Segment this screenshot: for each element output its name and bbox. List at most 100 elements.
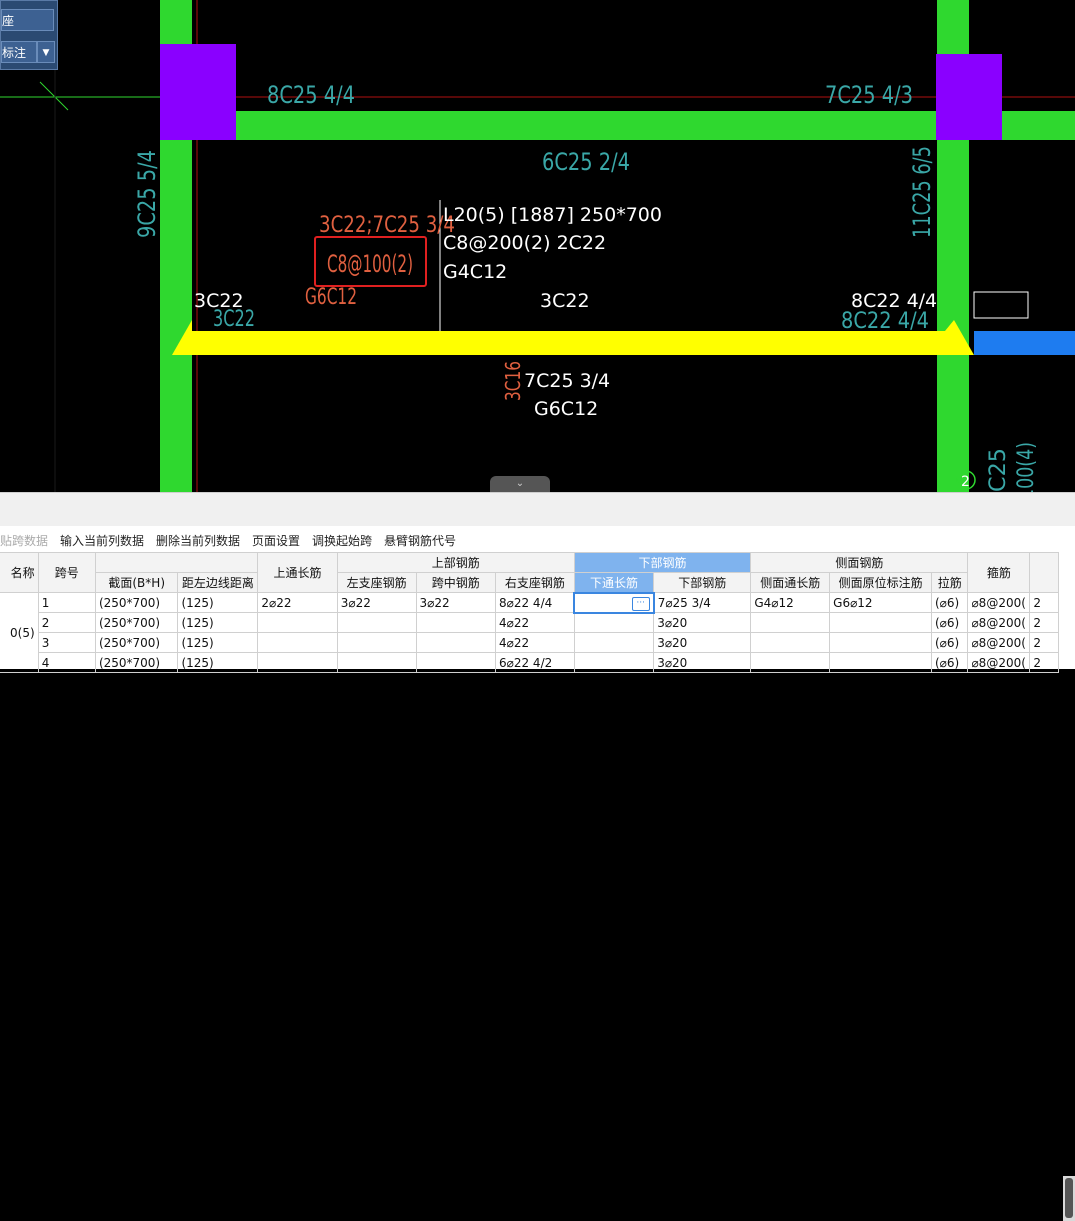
cell-dist[interactable]: (125) bbox=[177, 612, 259, 633]
cell-side-through[interactable] bbox=[750, 632, 831, 653]
table-row[interactable]: 2 (250*700) (125) 4⌀22 3⌀20 (⌀6) ⌀8@200(… bbox=[0, 612, 1059, 633]
cell-top-through[interactable] bbox=[257, 652, 338, 673]
cell-extra[interactable]: 2 bbox=[1029, 612, 1059, 633]
cantilever-code-button[interactable]: 悬臂钢筋代号 bbox=[384, 532, 456, 549]
table-row[interactable]: 4 (250*700) (125) 6⌀22 4/2 3⌀20 (⌀6) ⌀8@… bbox=[0, 652, 1059, 673]
cell-mid[interactable]: 3⌀22 bbox=[415, 592, 496, 613]
cell-mid[interactable] bbox=[415, 652, 496, 673]
label-top-right: 7C25 4/3 bbox=[825, 81, 913, 109]
cell-span[interactable]: 2 bbox=[37, 612, 96, 633]
header-bottom-through: 下通长筋 bbox=[573, 572, 655, 593]
label-mid-support: 3C22 bbox=[540, 290, 590, 312]
cell-left-support[interactable] bbox=[336, 632, 417, 653]
cell-extra[interactable]: 2 bbox=[1029, 592, 1059, 613]
cell-left-support[interactable]: 3⌀22 bbox=[336, 592, 417, 613]
beam-selected[interactable] bbox=[192, 331, 954, 355]
cell-right-support[interactable]: 4⌀22 bbox=[494, 632, 575, 653]
cell-top-through[interactable]: 2⌀22 bbox=[257, 592, 338, 613]
header-stirrup: 箍筋 bbox=[967, 552, 1031, 593]
cell-bottom-through-active[interactable]: ··· bbox=[573, 591, 655, 614]
swap-start-span-button[interactable]: 调换起始跨 bbox=[312, 532, 372, 549]
cell-stirrup[interactable]: ⌀8@200( bbox=[967, 652, 1031, 673]
cell-stirrup[interactable]: ⌀8@200( bbox=[967, 632, 1031, 653]
vertical-scrollbar[interactable] bbox=[1063, 1176, 1075, 1221]
inline-edit-box[interactable] bbox=[973, 291, 1029, 319]
cell-side-in-situ[interactable] bbox=[829, 652, 932, 673]
label-bottom-side: G6C12 bbox=[534, 398, 598, 420]
header-bottom-group: 下部钢筋 bbox=[573, 552, 752, 573]
cell-extra[interactable]: 2 bbox=[1029, 652, 1059, 673]
cell-dist[interactable]: (125) bbox=[177, 652, 259, 673]
cell-right-support[interactable]: 4⌀22 bbox=[494, 612, 575, 633]
cell-extra[interactable]: 2 bbox=[1029, 632, 1059, 653]
header-name: 名称 bbox=[0, 552, 39, 593]
page-setup-button[interactable]: 页面设置 bbox=[252, 532, 300, 549]
cell-bottom-through[interactable] bbox=[573, 612, 655, 633]
cell-bottom-through[interactable] bbox=[573, 632, 655, 653]
cell-section[interactable]: (250*700) bbox=[94, 592, 179, 613]
cell-span[interactable]: 4 bbox=[37, 652, 96, 673]
label-beam-middle: 6C25 2/4 bbox=[542, 148, 630, 176]
cell-right-support[interactable]: 8⌀22 4/4 bbox=[494, 592, 575, 613]
cell-side-through[interactable] bbox=[750, 612, 831, 633]
cell-mid[interactable] bbox=[415, 612, 496, 633]
cell-bottom[interactable]: 3⌀20 bbox=[653, 632, 752, 653]
cell-top-through[interactable] bbox=[257, 632, 338, 653]
cell-left-support[interactable] bbox=[336, 652, 417, 673]
cell-side-through[interactable] bbox=[750, 652, 831, 673]
cad-canvas[interactable]: 2 8C25 4/4 7C25 4/3 6C25 2/4 9C25 5/4 11… bbox=[0, 0, 1075, 492]
label-column-right-vertical: 11C25 6/5 bbox=[908, 146, 936, 238]
cell-side-in-situ[interactable] bbox=[829, 612, 932, 633]
cell-bottom[interactable]: 7⌀25 3/4 bbox=[653, 592, 752, 613]
label-top-left: 8C25 4/4 bbox=[267, 81, 355, 109]
cell-side-in-situ[interactable]: G6⌀12 bbox=[829, 592, 932, 613]
cell-mid[interactable] bbox=[415, 632, 496, 653]
scrollbar-thumb[interactable] bbox=[1065, 1178, 1073, 1218]
beam-next-blue[interactable] bbox=[974, 331, 1075, 355]
cell-dist[interactable]: (125) bbox=[177, 592, 259, 613]
cell-bottom[interactable]: 3⌀20 bbox=[653, 652, 752, 673]
cell-dist[interactable]: (125) bbox=[177, 632, 259, 653]
header-side-in-situ: 侧面原位标注筋 bbox=[829, 572, 932, 593]
label-red-g: G6C12 bbox=[305, 285, 357, 310]
panel-splitter[interactable] bbox=[0, 492, 1075, 527]
cell-tie[interactable]: (⌀6) bbox=[930, 632, 969, 653]
cell-stirrup[interactable]: ⌀8@200( bbox=[967, 592, 1031, 613]
cell-left-support[interactable] bbox=[336, 612, 417, 633]
cell-tie[interactable]: (⌀6) bbox=[930, 612, 969, 633]
column-head-left[interactable] bbox=[160, 44, 236, 140]
cell-side-in-situ[interactable] bbox=[829, 632, 932, 653]
cell-section[interactable]: (250*700) bbox=[94, 612, 179, 633]
cell-tie[interactable]: (⌀6) bbox=[930, 592, 969, 613]
paste-span-data-button[interactable]: 贴跨数据 bbox=[0, 532, 48, 549]
table-row[interactable]: 0(5) 1 (250*700) (125) 2⌀22 3⌀22 3⌀22 8⌀… bbox=[0, 591, 1059, 673]
panel-button-1[interactable]: 座 bbox=[1, 9, 54, 31]
header-extra bbox=[1029, 552, 1059, 593]
cell-tie[interactable]: (⌀6) bbox=[930, 652, 969, 673]
cad-viewport[interactable]: 2 8C25 4/4 7C25 4/3 6C25 2/4 9C25 5/4 11… bbox=[0, 0, 1075, 492]
delete-column-button[interactable]: 删除当前列数据 bbox=[156, 532, 240, 549]
collapse-panel-handle[interactable]: ⌄ bbox=[490, 476, 550, 492]
cell-span[interactable]: 3 bbox=[37, 632, 96, 653]
header-side-through: 侧面通长筋 bbox=[750, 572, 831, 593]
cell-span[interactable]: 1 bbox=[37, 592, 96, 613]
cell-right-support[interactable]: 6⌀22 4/2 bbox=[494, 652, 575, 673]
header-mid-span: 跨中钢筋 bbox=[415, 572, 496, 593]
cell-section[interactable]: (250*700) bbox=[94, 652, 179, 673]
chevron-down-icon[interactable]: ▼ bbox=[37, 41, 55, 63]
panel-button-annotate[interactable]: 标注 bbox=[1, 41, 37, 63]
label-bottom-bars: 7C25 3/4 bbox=[524, 370, 610, 392]
cell-stirrup[interactable]: ⌀8@200( bbox=[967, 612, 1031, 633]
cell-bottom-through[interactable] bbox=[573, 652, 655, 673]
cell-top-through[interactable] bbox=[257, 612, 338, 633]
label-left-support: 3C22 bbox=[194, 290, 244, 312]
table-toolbar: 贴跨数据 输入当前列数据 删除当前列数据 页面设置 调换起始跨 悬臂钢筋代号 bbox=[0, 526, 1075, 552]
input-column-button[interactable]: 输入当前列数据 bbox=[60, 532, 144, 549]
column-head-right[interactable] bbox=[936, 54, 1002, 140]
cell-bottom[interactable]: 3⌀20 bbox=[653, 612, 752, 633]
cell-section[interactable]: (250*700) bbox=[94, 632, 179, 653]
table-row[interactable]: 3 (250*700) (125) 4⌀22 3⌀20 (⌀6) ⌀8@200(… bbox=[0, 632, 1059, 653]
cell-name[interactable]: 0(5) bbox=[0, 592, 39, 673]
cell-side-through[interactable]: G4⌀12 bbox=[750, 592, 831, 613]
ellipsis-button[interactable]: ··· bbox=[631, 596, 650, 611]
